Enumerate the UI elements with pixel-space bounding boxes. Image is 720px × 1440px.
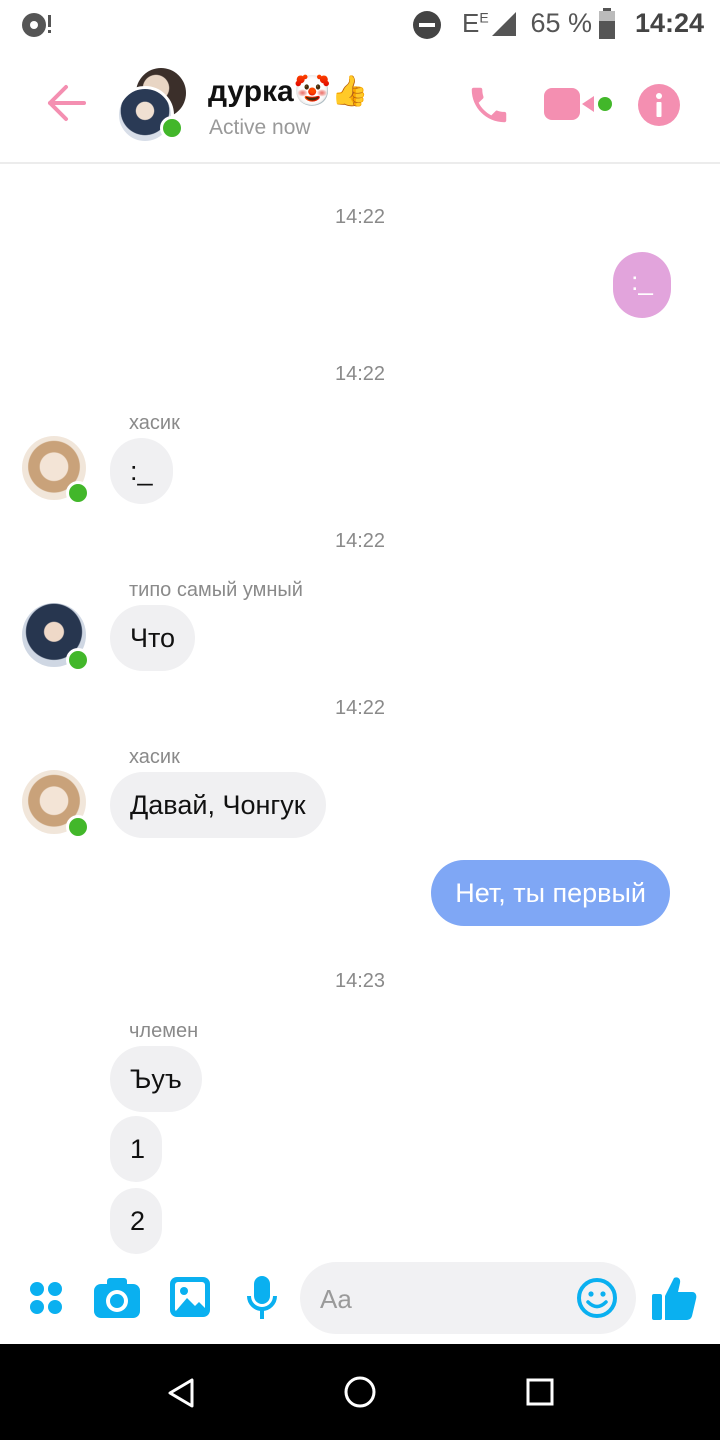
composer-bar xyxy=(0,1254,720,1344)
message-input[interactable] xyxy=(318,1276,572,1322)
message-list[interactable]: 14:22 :_ 14:22 хасик :_ 14:22 типо самый… xyxy=(0,164,720,1254)
message-bubble-incoming[interactable]: :_ xyxy=(110,438,173,504)
status-bar: EE 65 % 14:24 xyxy=(0,0,720,50)
sender-name: типо самый умный xyxy=(129,579,303,601)
video-icon[interactable] xyxy=(544,86,614,122)
sender-name: члемен xyxy=(129,1020,199,1042)
gallery-icon[interactable] xyxy=(169,1276,211,1318)
phone-icon[interactable] xyxy=(466,82,512,128)
camera-icon[interactable] xyxy=(94,1276,140,1318)
message-bubble-incoming[interactable]: 1 xyxy=(110,1116,162,1182)
timestamp: 14:22 xyxy=(334,363,386,385)
active-status: Active now xyxy=(209,116,311,139)
emoji-icon[interactable] xyxy=(576,1277,618,1319)
timestamp: 14:23 xyxy=(334,970,386,992)
battery-percent: 65 % xyxy=(530,8,592,38)
timestamp: 14:22 xyxy=(334,697,386,719)
message-bubble-outgoing[interactable]: Нет, ты первый xyxy=(431,860,670,926)
conversation-title[interactable]: дурка🤡👍 xyxy=(208,74,368,109)
online-indicator xyxy=(66,481,90,505)
dnd-icon xyxy=(413,11,441,39)
record-icon xyxy=(22,13,51,37)
apps-icon[interactable] xyxy=(28,1280,64,1316)
online-indicator xyxy=(160,116,184,140)
signal-icon xyxy=(492,12,516,36)
chat-header: дурка🤡👍 Active now xyxy=(0,50,720,164)
battery-icon xyxy=(599,8,615,39)
timestamp: 14:22 xyxy=(334,206,386,228)
message-bubble-incoming[interactable]: Что xyxy=(110,605,196,671)
message-input-container xyxy=(300,1262,636,1334)
timestamp: 14:22 xyxy=(334,530,386,552)
nav-recents-icon[interactable] xyxy=(526,1378,554,1406)
nav-back-icon[interactable] xyxy=(166,1377,196,1409)
message-bubble-incoming[interactable]: Ъуъ xyxy=(110,1046,202,1112)
nav-home-icon[interactable] xyxy=(343,1375,377,1409)
message-bubble-incoming[interactable]: Давай, Чонгук xyxy=(110,772,326,838)
online-indicator xyxy=(66,815,90,839)
network-type: EE xyxy=(462,8,489,38)
system-nav-bar xyxy=(0,1344,720,1440)
group-avatar[interactable] xyxy=(116,68,188,144)
message-bubble-outgoing[interactable]: :_ xyxy=(613,252,671,318)
sender-name: хасик xyxy=(129,412,180,434)
mic-icon[interactable] xyxy=(246,1276,278,1322)
online-indicator xyxy=(66,648,90,672)
info-icon[interactable] xyxy=(637,83,681,127)
message-bubble-incoming[interactable]: 2 xyxy=(110,1188,162,1254)
sender-name: хасик xyxy=(129,746,180,768)
clock: 14:24 xyxy=(634,8,704,38)
back-arrow-icon[interactable] xyxy=(44,80,90,126)
like-icon[interactable] xyxy=(650,1274,698,1322)
